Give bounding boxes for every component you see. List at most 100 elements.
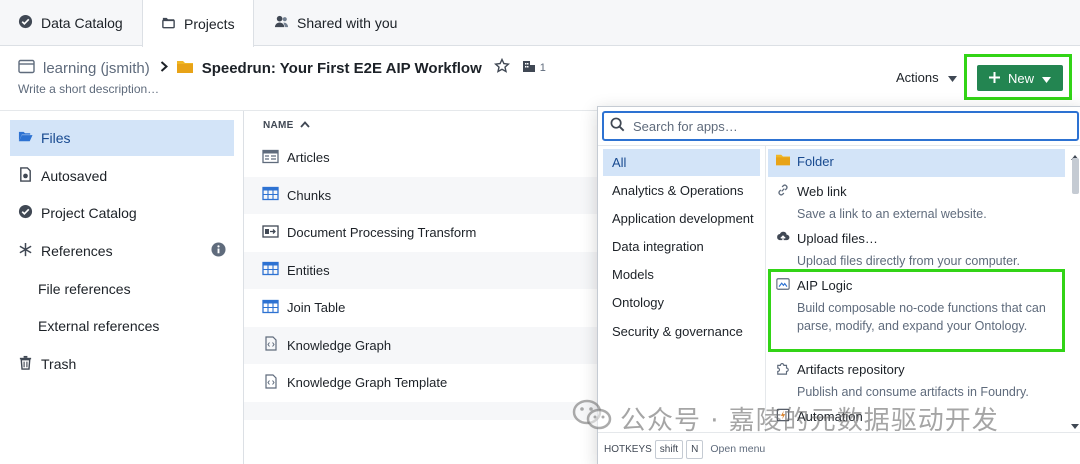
table-row[interactable]: Entities [244, 251, 604, 289]
category-security-governance[interactable]: Security & governance [603, 318, 760, 345]
file-name: Entities [287, 262, 330, 278]
star-outline-icon[interactable] [493, 57, 510, 78]
search-placeholder: Search for apps… [633, 118, 738, 134]
app-folder[interactable]: Folder [768, 149, 1065, 177]
table-row[interactable]: Knowledge Graph Template [244, 364, 604, 402]
info-icon[interactable] [211, 242, 226, 260]
cloud-upload-icon [776, 230, 790, 247]
chevron-right-icon [160, 61, 168, 75]
asterisk-icon [18, 242, 33, 260]
app-search-input[interactable]: Search for apps… [602, 111, 1079, 141]
table-icon [262, 186, 279, 204]
hotkey-action: Open menu [710, 443, 766, 455]
tab-label: Data Catalog [41, 15, 123, 31]
sidebar-item-label: External references [38, 318, 160, 334]
table-row[interactable]: Join Table [244, 289, 604, 327]
document-icon [18, 167, 33, 185]
folder-icon [161, 15, 176, 33]
table-row[interactable]: Chunks [244, 176, 604, 214]
sidebar-item-label: Project Catalog [41, 205, 137, 221]
caret-down-icon [1071, 417, 1079, 432]
breadcrumb-parent[interactable]: learning (jsmith) [43, 60, 150, 77]
top-tab-bar: Data Catalog Projects Shared with you [0, 0, 1080, 47]
sidebar-item-references[interactable]: References [10, 233, 234, 269]
sidebar-item-label: References [41, 243, 113, 259]
hotkeys-label: HOTKEYS [604, 443, 652, 455]
caret-down-icon [1042, 71, 1051, 86]
sidebar-item-label: Autosaved [41, 168, 108, 184]
app-description: Upload files directly from your computer… [797, 254, 1021, 268]
table-row[interactable]: Document Processing Transform [244, 214, 604, 252]
sidebar-item-autosaved[interactable]: Autosaved [10, 158, 234, 194]
sidebar-item-file-references[interactable]: File references [10, 271, 234, 307]
category-all[interactable]: All [603, 149, 760, 176]
sidebar: Files Autosaved Project Catalog Referenc… [0, 111, 244, 464]
file-name: Articles [287, 150, 330, 166]
category-list: All Analytics & Operations Application d… [598, 146, 766, 432]
app-upload-files[interactable]: Upload files… Upload files directly from… [768, 226, 1065, 274]
link-icon [776, 183, 790, 200]
sidebar-item-external-references[interactable]: External references [10, 308, 234, 344]
actions-menu-button[interactable]: Actions [896, 70, 957, 85]
table-row[interactable]: Articles [244, 139, 604, 177]
category-models[interactable]: Models [603, 261, 760, 288]
sidebar-item-project-catalog[interactable]: Project Catalog [10, 195, 234, 231]
page-title[interactable]: Speedrun: Your First E2E AIP Workflow [202, 60, 482, 77]
sidebar-item-label: Files [41, 130, 71, 146]
category-application-development[interactable]: Application development [603, 205, 760, 232]
category-data-integration[interactable]: Data integration [603, 233, 760, 260]
check-circle-icon [18, 204, 33, 222]
tab-shared-with-you[interactable]: Shared with you [256, 0, 415, 46]
tab-data-catalog[interactable]: Data Catalog [0, 0, 141, 46]
app-automation[interactable]: Automation [768, 404, 1065, 429]
sidebar-item-files[interactable]: Files [10, 120, 234, 156]
folder-open-icon [18, 129, 33, 147]
app-list-scrollbar[interactable] [1070, 148, 1079, 429]
hotkeys-footer: HOTKEYS shift N Open menu [598, 432, 1080, 464]
plus-icon [988, 71, 1000, 86]
breadcrumb: learning (jsmith) Speedrun: Your First E… [18, 57, 546, 78]
table-icon [262, 299, 279, 317]
category-ontology[interactable]: Ontology [603, 289, 760, 316]
member-count: 1 [539, 62, 546, 74]
file-name: Chunks [287, 187, 332, 203]
folder-icon [776, 153, 790, 170]
app-title: Upload files… [797, 231, 878, 246]
tab-label: Shared with you [297, 15, 398, 31]
sidebar-item-trash[interactable]: Trash [10, 346, 234, 382]
category-analytics-operations[interactable]: Analytics & Operations [603, 177, 760, 204]
table-icon [262, 261, 279, 279]
description-field[interactable]: Write a short description… [18, 82, 159, 96]
scrollbar-thumb[interactable] [1072, 158, 1079, 194]
app-description: Save a link to an external website. [797, 207, 987, 221]
file-name: Join Table [287, 300, 346, 316]
project-icon [18, 59, 35, 78]
member-count-badge[interactable]: 1 [522, 60, 546, 76]
org-icon [522, 60, 536, 76]
file-name: Document Processing Transform [287, 225, 477, 241]
new-button-label: New [1007, 70, 1034, 86]
sidebar-item-label: Trash [41, 356, 77, 372]
sidebar-item-label: File references [38, 281, 131, 297]
caret-down-icon [947, 70, 957, 85]
aip-logic-highlight [768, 269, 1065, 352]
app-artifacts-repository[interactable]: Artifacts repository Publish and consume… [768, 357, 1065, 405]
trash-icon [18, 355, 33, 373]
puzzle-icon [776, 361, 790, 378]
column-header-label: NAME [263, 119, 294, 131]
app-web-link[interactable]: Web link Save a link to an external webs… [768, 179, 1065, 227]
new-button[interactable]: New [977, 65, 1063, 91]
app-title: Folder [797, 154, 834, 169]
name-column-header[interactable]: NAME [244, 111, 604, 139]
shift-key: shift [654, 439, 684, 459]
sort-ascending-icon [299, 120, 310, 131]
tab-projects[interactable]: Projects [142, 0, 254, 47]
automation-icon [776, 408, 790, 425]
actions-label: Actions [896, 70, 939, 85]
file-list: Articles Chunks Document Processing Tran… [244, 139, 604, 420]
code-file-icon [262, 374, 279, 392]
app-title: Web link [797, 184, 847, 199]
table-row[interactable]: Knowledge Graph [244, 326, 604, 364]
app-description: Publish and consume artifacts in Foundry… [797, 385, 1029, 399]
n-key: N [686, 439, 704, 459]
